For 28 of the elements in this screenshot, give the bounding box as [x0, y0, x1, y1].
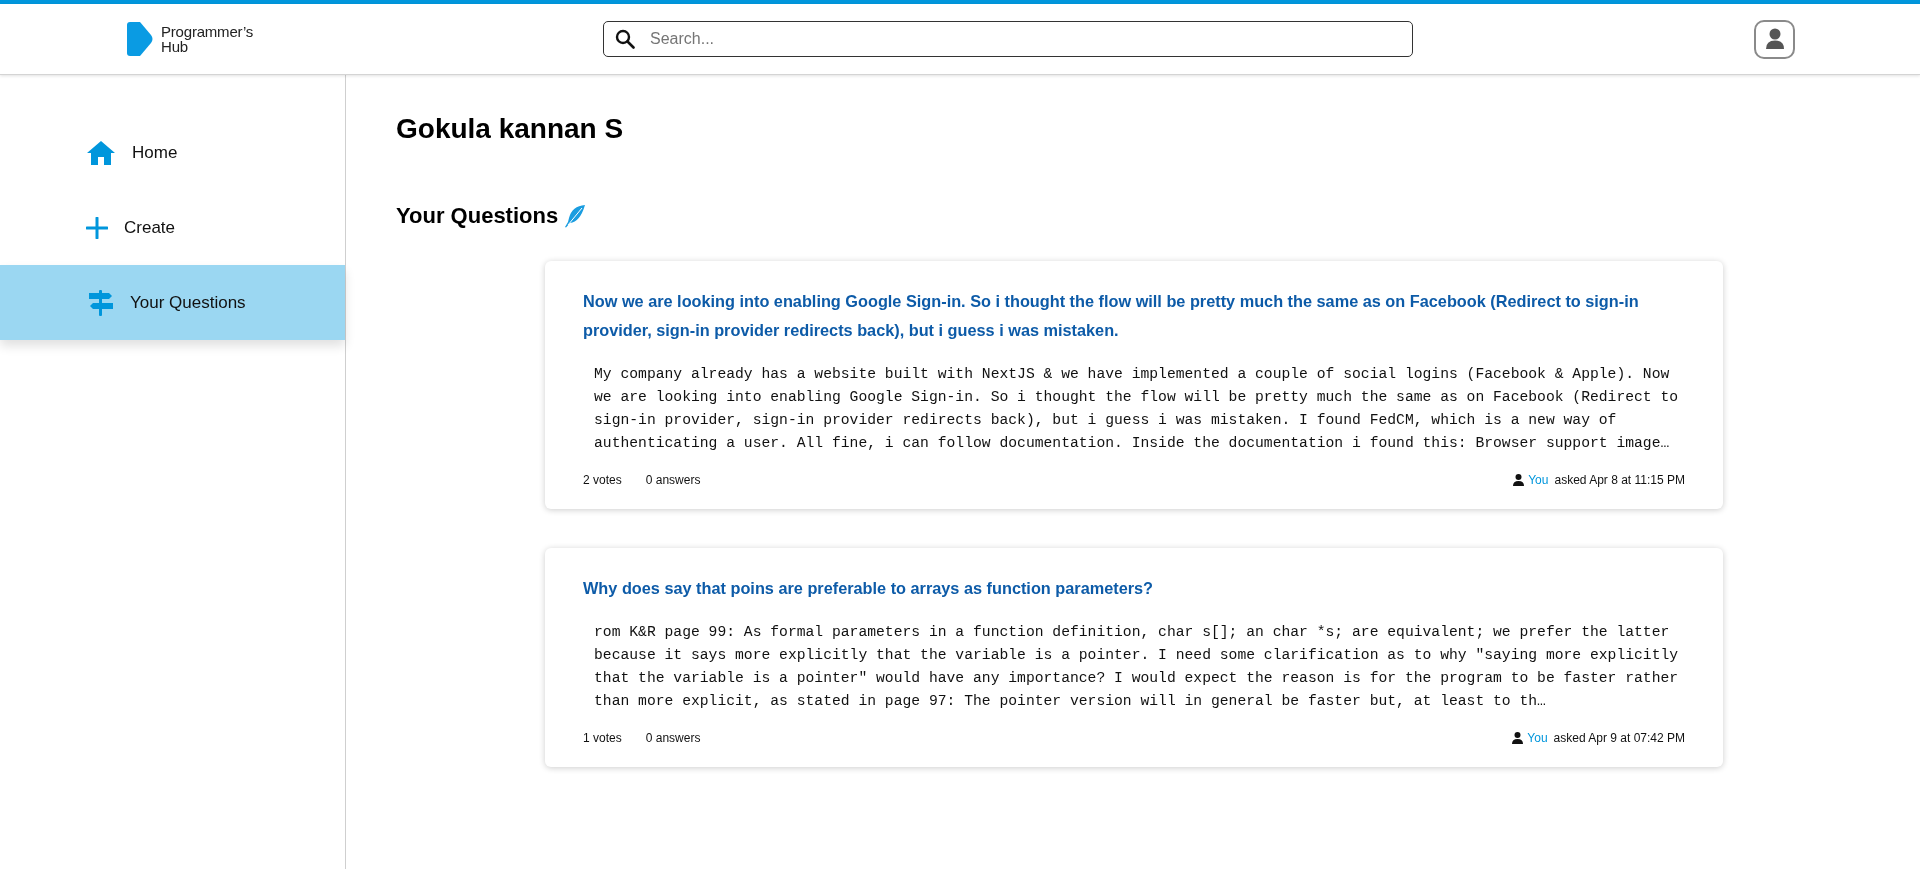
user-icon	[1764, 28, 1785, 50]
user-icon	[1513, 474, 1525, 486]
answer-count: 0 answers	[645, 473, 701, 487]
section-title: Your Questions	[396, 203, 559, 229]
logo-text: Hub	[161, 39, 188, 54]
question-body: rom K&R page 99: As formal parameters in a function definition, char s[]; an char *s; are equivalent; we prefer the latter because it says more explicitly that the variable is a pointer. I need some clarification as to why "saying more explicitly that the variable is a pointer" would have any importance? I would expect the reason is for the program to be faster rather than more explicit, as stated in page 97: The pointer version will in general be faster but, at least to th…	[594, 623, 1680, 711]
sidebar-item[interactable]: Create	[0, 190, 345, 265]
question-title[interactable]: Now we are looking into enabling Google Sign-in. So i thought the flow will be pretty much the same as on Facebook (Redirect to sign-in provider, sign-in provider redirects back), but i guess i was mistaken.	[583, 287, 1685, 345]
sidebar-item[interactable]: Home	[0, 115, 345, 190]
signpost-icon	[88, 289, 114, 316]
home-icon	[86, 139, 116, 166]
vote-count: 1 votes	[583, 731, 622, 745]
vote-count: 2 votes	[583, 473, 622, 487]
question-title[interactable]: Why does say that poins are preferable to arrays as function parameters?	[583, 574, 1685, 603]
search-icon	[615, 29, 635, 49]
answer-count: 0 answers	[645, 731, 701, 745]
sidebar-item[interactable]: Your Questions	[0, 265, 345, 340]
profile-button[interactable]	[1754, 19, 1795, 59]
author-link[interactable]: You	[1527, 731, 1548, 745]
feather-icon	[564, 204, 587, 228]
logo-icon	[127, 22, 155, 56]
plus-icon	[86, 216, 108, 239]
profile-name: Gokula kannan S	[396, 113, 625, 145]
asked-date: asked Apr 9 at 07:42 PM	[1553, 731, 1685, 745]
user-icon	[1512, 732, 1524, 744]
question-body: My company already has a website built with NextJS & we have implemented a couple of social logins (Facebook & Apple). Now we are looking into enabling Google Sign-in. So i thought the flow will be pretty much the same as on Facebook (Redirect to sign-in provider, sign-in provider redirects back), but i guess i was mistaken. I found FedCM, which is a new way of authenticating a user. All fine, i can follow documentation. Inside the documentation i found this: Browser support image…	[594, 365, 1680, 453]
asked-date: asked Apr 8 at 11:15 PM	[1554, 473, 1685, 487]
search-field[interactable]: Search...	[603, 21, 1413, 57]
